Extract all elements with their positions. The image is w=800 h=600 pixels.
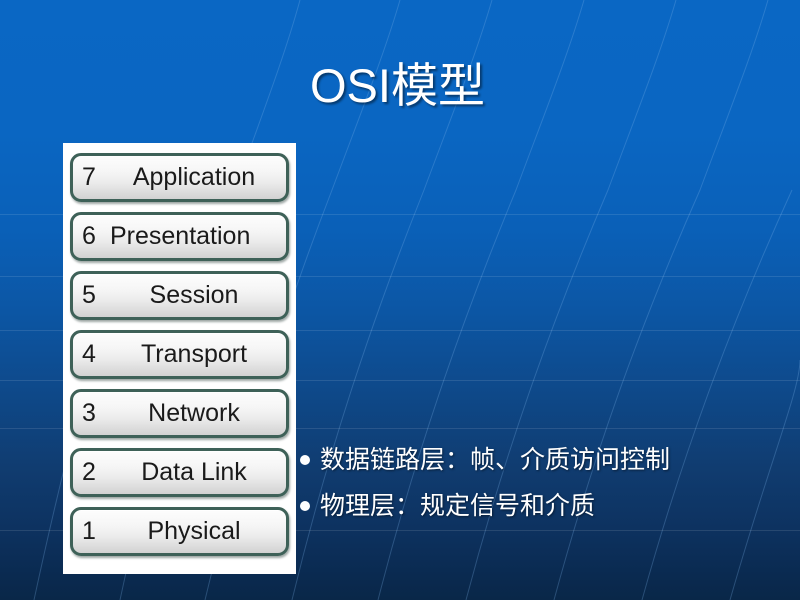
osi-layer-label: Data Link [141, 458, 247, 486]
osi-layer-number: 4 [82, 340, 96, 368]
slide-canvas: OSI模型 7 Application 6 Presentation 5 Ses… [0, 0, 800, 600]
osi-layer-6: 6 Presentation [70, 212, 289, 261]
list-item: 物理层：规定信号和介质 [300, 489, 780, 523]
bullet-list: 数据链路层：帧、介质访问控制 物理层：规定信号和介质 [300, 443, 780, 535]
bullet-dot-icon [300, 455, 310, 465]
osi-layer-number: 5 [82, 281, 96, 309]
osi-layer-7: 7 Application [70, 153, 289, 202]
osi-layer-4: 4 Transport [70, 330, 289, 379]
osi-layer-label: Physical [147, 517, 241, 545]
osi-layer-label: Session [149, 281, 239, 309]
osi-layer-number: 3 [82, 399, 96, 427]
list-item: 数据链路层：帧、介质访问控制 [300, 443, 780, 477]
bullet-dot-icon [300, 501, 310, 511]
osi-layer-1: 1 Physical [70, 507, 289, 556]
osi-layer-3: 3 Network [70, 389, 289, 438]
osi-layer-label: Presentation [110, 222, 251, 250]
bullet-text: 数据链路层：帧、介质访问控制 [320, 445, 671, 474]
osi-layer-number: 6 [82, 222, 96, 250]
osi-layer-number: 2 [82, 458, 96, 486]
osi-layer-label: Transport [140, 340, 248, 368]
osi-layer-number: 1 [82, 517, 96, 545]
osi-layer-label: Network [148, 399, 240, 427]
osi-layer-label: Application [132, 163, 256, 191]
bullet-text: 物理层：规定信号和介质 [320, 491, 596, 520]
osi-layer-5: 5 Session [70, 271, 289, 320]
osi-layer-2: 2 Data Link [70, 448, 289, 497]
slide-title: OSI模型 [310, 59, 485, 112]
osi-layer-number: 7 [82, 163, 96, 191]
osi-model-diagram: 7 Application 6 Presentation 5 Session 4… [63, 143, 296, 574]
